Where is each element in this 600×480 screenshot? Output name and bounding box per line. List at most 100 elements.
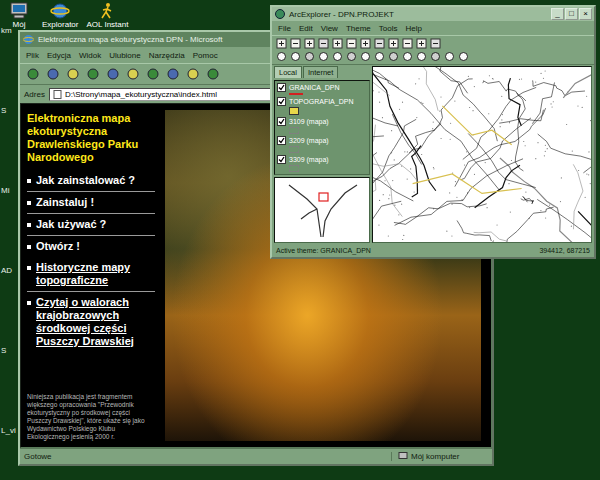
toolbar-button-icon[interactable] (206, 67, 220, 81)
tool-button-icon[interactable] (318, 51, 329, 62)
tool-button-icon[interactable] (430, 51, 441, 62)
window-title: ArcExplorer - DPN.PROJEKT (289, 10, 547, 19)
nav-link[interactable]: Otwórz ! (27, 240, 155, 257)
tool-button-icon[interactable] (360, 51, 371, 62)
toolbar-button-icon[interactable] (126, 67, 140, 81)
menu-item[interactable]: Help (405, 24, 421, 33)
overview-map[interactable] (274, 177, 370, 243)
tool-button-icon[interactable] (318, 38, 329, 49)
menu-item[interactable]: Plik (26, 51, 39, 60)
theme-checkbox[interactable] (277, 83, 286, 92)
desktop-icon[interactable]: Explorator (42, 2, 78, 30)
tool-button-icon[interactable] (402, 38, 413, 49)
tool-button-icon[interactable] (276, 38, 287, 49)
tool-button-icon[interactable] (416, 38, 427, 49)
tool-button-icon[interactable] (458, 51, 469, 62)
window-control-button[interactable]: □ (565, 8, 578, 20)
image-symbol (289, 165, 299, 172)
toolbar-button-icon[interactable] (86, 67, 100, 81)
theme-checkbox[interactable] (277, 117, 286, 126)
map-view[interactable] (372, 66, 592, 243)
theme-item[interactable]: 3209 (mapa) (277, 136, 367, 153)
menu-item[interactable]: Edycja (47, 51, 71, 60)
tool-button-icon[interactable] (346, 51, 357, 62)
desktop-icon-label: AOL Instant (86, 20, 128, 30)
security-zone: Mój komputer (391, 452, 488, 461)
nav-link[interactable]: Czytaj o walorach krajobrazowych środkow… (27, 296, 155, 352)
status-text: Active theme: GRANICA_DPN (276, 247, 371, 254)
menu-item[interactable]: Pomoc (193, 51, 218, 60)
nav-link[interactable]: Jak zainstalować ? (27, 174, 155, 192)
toolbar-button-icon[interactable] (106, 67, 120, 81)
theme-checkbox[interactable] (277, 155, 286, 164)
desktop-edge-labels: km S Mi AD S L_vi (1, 26, 16, 436)
park-outline-icon (279, 179, 365, 241)
desktop-icon-label[interactable]: S (1, 346, 16, 356)
window-control-button[interactable]: × (579, 8, 592, 20)
status-bar: Gotowe Mój komputer (20, 448, 492, 464)
gis-window[interactable]: ArcExplorer - DPN.PROJEKT _□× File Edit View… (270, 5, 596, 259)
status-bar: Active theme: GRANICA_DPN394412, 687215 (272, 244, 594, 257)
image-symbol (289, 127, 299, 134)
tool-button-icon[interactable] (332, 51, 343, 62)
tool-button-icon[interactable] (304, 38, 315, 49)
tool-button-icon[interactable] (276, 51, 287, 62)
tool-button-icon[interactable] (374, 51, 385, 62)
menu-item[interactable]: Ulubione (109, 51, 141, 60)
tool-button-icon[interactable] (290, 38, 301, 49)
checkmark-icon (278, 156, 285, 163)
desktop-icon-label[interactable]: AD (1, 266, 16, 276)
nav-link[interactable]: Zainstaluj ! (27, 196, 155, 214)
menu-item[interactable]: Narzędzia (149, 51, 185, 60)
toolbar-button-icon[interactable] (186, 67, 200, 81)
menu-item[interactable]: Edit (299, 24, 313, 33)
browser-icon (23, 34, 34, 45)
desktop-icon[interactable]: AOL Instant (86, 2, 128, 30)
nav-link[interactable]: Historyczne mapy topograficzne (27, 261, 155, 292)
bullet-icon (27, 201, 31, 205)
tool-button-icon[interactable] (430, 38, 441, 49)
nav-link[interactable]: Jak używać ? (27, 218, 155, 236)
computer-icon (398, 452, 408, 461)
menu-item[interactable]: Widok (79, 51, 101, 60)
toolbar-button-icon[interactable] (66, 67, 80, 81)
toolbar-button-icon[interactable] (26, 67, 40, 81)
fill-symbol (289, 107, 299, 115)
tab[interactable]: Local (274, 66, 302, 78)
tool-button-icon[interactable] (346, 38, 357, 49)
checkmark-icon (278, 98, 285, 105)
theme-item[interactable]: 3109 (mapa) (277, 117, 367, 134)
desktop-icon-label[interactable]: Mi (1, 186, 16, 196)
tab[interactable]: Internet (303, 66, 338, 78)
theme-checkbox[interactable] (277, 136, 286, 145)
window-control-button[interactable]: _ (551, 8, 564, 20)
running-man-icon (97, 2, 117, 20)
tool-button-icon[interactable] (304, 51, 315, 62)
desktop-icon-label[interactable]: S (1, 106, 16, 116)
theme-item[interactable]: 3309 (mapa) (277, 155, 367, 172)
menu-item[interactable]: View (321, 24, 338, 33)
tool-button-icon[interactable] (388, 51, 399, 62)
title-bar[interactable]: ArcExplorer - DPN.PROJEKT _□× (272, 7, 594, 21)
tool-button-icon[interactable] (374, 38, 385, 49)
tool-button-icon[interactable] (360, 38, 371, 49)
theme-checkbox[interactable] (277, 97, 286, 106)
desktop-icon-label[interactable]: L_vi (1, 426, 16, 436)
theme-item[interactable]: TOPOGRAFIA_DPN (277, 97, 367, 115)
tool-button-icon[interactable] (332, 38, 343, 49)
toolbar-button-icon[interactable] (166, 67, 180, 81)
toolbar-button-icon[interactable] (146, 67, 160, 81)
desktop-icon[interactable]: Mój (4, 2, 34, 30)
tool-button-icon[interactable] (402, 51, 413, 62)
tool-button-icon[interactable] (416, 51, 427, 62)
browser-icon (50, 2, 70, 20)
menu-item[interactable]: Tools (379, 24, 398, 33)
tool-button-icon[interactable] (388, 38, 399, 49)
menu-item[interactable]: Theme (346, 24, 371, 33)
menu-item[interactable]: File (278, 24, 291, 33)
desktop-icon-label[interactable]: km (1, 26, 16, 36)
toolbar-button-icon[interactable] (46, 67, 60, 81)
tool-button-icon[interactable] (444, 51, 455, 62)
tool-button-icon[interactable] (290, 51, 301, 62)
theme-item[interactable]: GRANICA_DPN (277, 83, 367, 95)
